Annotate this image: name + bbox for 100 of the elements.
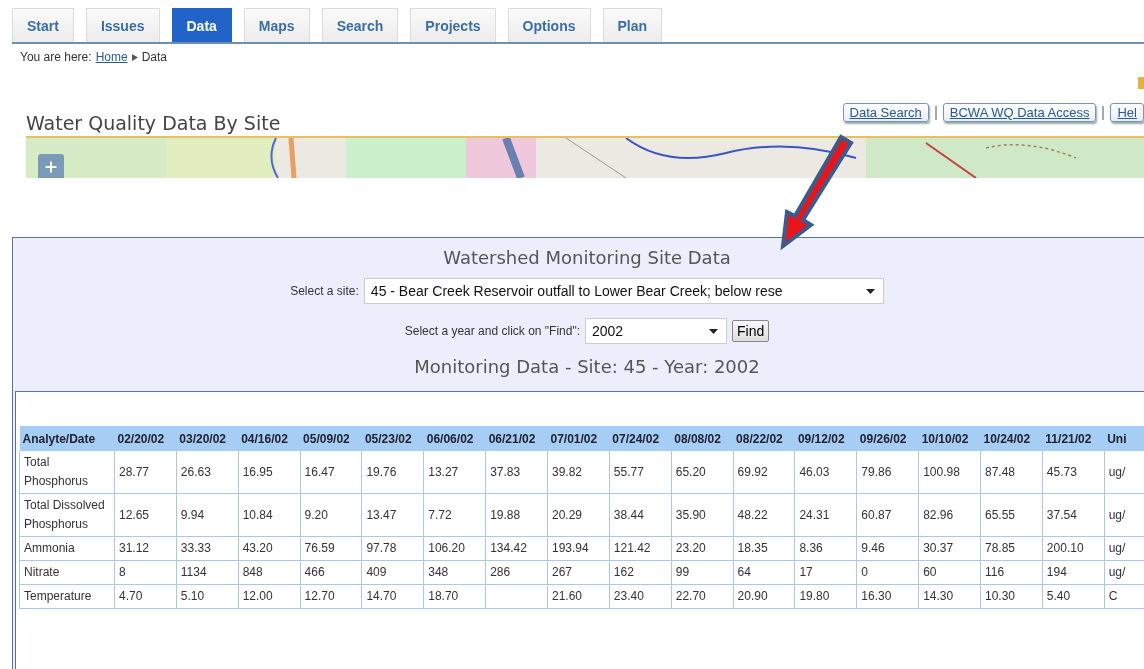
year-label: Select a year and click on "Find": (404, 324, 580, 338)
table-cell: 18.35 (733, 536, 795, 561)
breadcrumb-current: Data (141, 50, 167, 64)
table-cell: 9.94 (176, 493, 239, 537)
table-cell: 65.55 (980, 493, 1043, 537)
link-button[interactable]: Hel (1110, 103, 1144, 122)
table-cell: 162 (609, 560, 672, 585)
table-cell: 37.83 (485, 451, 548, 494)
table-cell: 1134 (176, 560, 239, 585)
table-cell: 8 (114, 560, 177, 585)
caret-icon (709, 328, 718, 334)
table-cell: 12.65 (114, 493, 177, 537)
home-link[interactable]: Home (95, 50, 128, 64)
table-cell: 100.98 (918, 451, 981, 494)
column-header: 08/08/02 (671, 426, 734, 451)
table-cell: 79.86 (856, 451, 919, 494)
nav-tab[interactable]: Start (12, 8, 74, 42)
table-cell: 10.84 (238, 493, 301, 537)
table-cell: 16.47 (300, 451, 362, 494)
table-cell: 286 (485, 560, 548, 585)
table-cell: 16.30 (856, 584, 919, 609)
table-cell: 82.96 (918, 493, 981, 537)
table-cell: 46.03 (794, 451, 857, 494)
table-cell: 17 (794, 560, 857, 585)
column-header: 06/06/02 (423, 426, 486, 451)
table-cell: 20.90 (733, 584, 795, 609)
nav-tab[interactable]: Options (507, 8, 591, 42)
table-cell: 43.20 (238, 536, 301, 561)
table-cell: 60 (918, 560, 981, 585)
table-cell: 33.33 (176, 536, 239, 561)
column-header: Uni (1104, 426, 1144, 451)
row-header: Total Phosphorus (19, 451, 115, 494)
table-cell: 69.92 (733, 451, 795, 494)
table-cell: 23.20 (671, 536, 734, 561)
nav-tab[interactable]: Maps (243, 8, 310, 42)
table-cell: 38.44 (609, 493, 672, 537)
table-cell: 348 (423, 560, 486, 585)
page-title: Water Quality Data By Site (26, 112, 281, 134)
table-cell: 55.77 (609, 451, 672, 494)
table-cell: 14.70 (361, 584, 424, 609)
table-cell: 200.10 (1042, 536, 1105, 561)
table-cell: 99 (671, 560, 734, 585)
table-cell: 19.88 (485, 493, 548, 537)
table-cell: 30.37 (918, 536, 981, 561)
row-header: Ammonia (19, 536, 115, 561)
column-header: 10/10/02 (918, 426, 981, 451)
table-cell: 26.63 (176, 451, 239, 494)
row-header: Nitrate (19, 560, 115, 585)
nav-tab[interactable]: Projects (410, 8, 496, 42)
table-cell: 19.80 (794, 584, 857, 609)
year-select[interactable]: 2002 (585, 318, 727, 344)
link-button[interactable]: BCWA WQ Data Access (942, 103, 1097, 122)
table-cell: 12.70 (300, 584, 362, 609)
nav-tab[interactable]: Issues (85, 8, 160, 42)
column-header: 08/22/02 (733, 426, 795, 451)
table-cell: 9.46 (856, 536, 919, 561)
table-cell: 76.59 (300, 536, 362, 561)
table-cell: 28.77 (114, 451, 177, 494)
table-cell: 39.82 (547, 451, 610, 494)
breadcrumb-arrow-icon (131, 53, 138, 61)
breadcrumb-prefix: You are here: (20, 50, 92, 64)
table-cell: 5.10 (176, 584, 239, 609)
site-select[interactable]: 45 - Bear Creek Reservoir outfall to Lower Bear Creek; below rese (363, 278, 884, 304)
table-cell: 5.40 (1042, 584, 1105, 609)
nav-tab[interactable]: Search (321, 8, 399, 42)
table-cell: 21.60 (547, 584, 610, 609)
nav-tab[interactable]: Data (171, 8, 232, 42)
row-header: Total Dissolved Phosphorus (19, 493, 115, 537)
column-header: 05/09/02 (300, 426, 362, 451)
column-header: 11/21/02 (1042, 426, 1105, 451)
column-header: 10/24/02 (980, 426, 1043, 451)
table-cell: 23.40 (609, 584, 672, 609)
nav-tab[interactable]: Plan (602, 8, 663, 42)
table-cell: 4.70 (114, 584, 177, 609)
table-cell: 16.95 (238, 451, 301, 494)
column-header: 04/16/02 (238, 426, 301, 451)
table-cell: 31.12 (114, 536, 177, 561)
table-cell: 13.27 (423, 451, 486, 494)
table-cell: 37.54 (1042, 493, 1105, 537)
table-cell: 106.20 (423, 536, 486, 561)
find-button[interactable]: Find (732, 320, 770, 342)
table-cell: 116 (980, 560, 1043, 585)
table-cell: 194 (1042, 560, 1105, 585)
table-cell: 9.20 (300, 493, 362, 537)
table-cell: 24.31 (794, 493, 857, 537)
table-cell: 20.29 (547, 493, 610, 537)
table-cell: 267 (547, 560, 610, 585)
column-header: 09/12/02 (794, 426, 857, 451)
table-cell: 45.73 (1042, 451, 1105, 494)
table-cell: 14.30 (918, 584, 981, 609)
table-cell: 0 (856, 560, 919, 585)
table-cell: 134.42 (485, 536, 548, 561)
column-header: 02/20/02 (114, 426, 177, 451)
link-button[interactable]: Data Search (842, 103, 929, 122)
table-cell: 78.85 (980, 536, 1043, 561)
table-cell: 12.00 (238, 584, 301, 609)
zoom-in-button[interactable] (38, 154, 64, 178)
table-cell: 64 (733, 560, 795, 585)
table-cell: 65.20 (671, 451, 734, 494)
table-cell: 10.30 (980, 584, 1043, 609)
